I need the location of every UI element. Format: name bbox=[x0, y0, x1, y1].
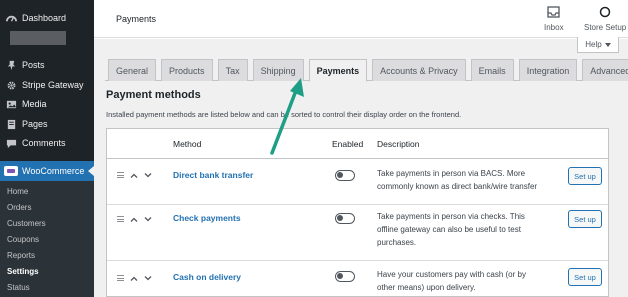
tab-advanced[interactable]: Advanced bbox=[582, 59, 628, 81]
menu-item-label: Media bbox=[22, 99, 47, 109]
woocommerce-logo-icon bbox=[4, 166, 18, 176]
row-controls bbox=[117, 170, 152, 180]
dashboard-icon bbox=[2, 13, 20, 24]
tab-products[interactable]: Products bbox=[161, 59, 213, 81]
inbox-icon bbox=[547, 6, 560, 20]
store-setup-button[interactable]: Store Setup bbox=[584, 6, 626, 32]
menu-item-label: Pages bbox=[22, 119, 48, 129]
description-line: Take payments in person via checks. This bbox=[377, 212, 525, 221]
enabled-toggle[interactable] bbox=[335, 271, 355, 282]
enabled-toggle[interactable] bbox=[335, 170, 355, 181]
blurred-user-block bbox=[10, 31, 66, 45]
woocommerce-submenu: Home Orders Customers Coupons Reports Se… bbox=[0, 181, 94, 297]
description-line: other means) upon delivery. bbox=[377, 283, 476, 292]
row-divider bbox=[107, 260, 608, 261]
description-line: Have your customers pay with cash (or by bbox=[377, 270, 526, 279]
column-header-description: Description bbox=[377, 139, 420, 149]
menu-item-comments[interactable]: Comments bbox=[0, 133, 94, 153]
menu-item-media[interactable]: Media bbox=[0, 94, 94, 114]
gear-icon bbox=[2, 80, 20, 91]
menu-item-label: Stripe Gateway bbox=[22, 80, 84, 90]
menu-item-dashboard[interactable]: Dashboard bbox=[0, 8, 94, 28]
submenu-item-customers[interactable]: Customers bbox=[7, 219, 46, 228]
toggle-knob bbox=[337, 172, 343, 178]
tab-tax[interactable]: Tax bbox=[217, 59, 248, 81]
menu-item-pages[interactable]: Pages bbox=[0, 114, 94, 134]
set-up-button[interactable]: Set up bbox=[568, 167, 602, 185]
enabled-toggle[interactable] bbox=[335, 213, 355, 224]
submenu-item-status[interactable]: Status bbox=[7, 283, 30, 292]
description-line: commonly known as direct bank/wire trans… bbox=[377, 182, 538, 191]
annotation-arrow-icon bbox=[270, 78, 304, 155]
top-header: Payments Inbox Store Setup bbox=[94, 0, 628, 38]
row-divider bbox=[107, 204, 608, 205]
method-description: Have your customers pay with cash (or by… bbox=[377, 268, 557, 294]
payment-methods-table: Method Enabled Description Direct bank t… bbox=[106, 128, 609, 297]
inbox-button[interactable]: Inbox bbox=[544, 6, 564, 32]
submenu-item-home[interactable]: Home bbox=[7, 187, 28, 196]
drag-handle-icon[interactable] bbox=[117, 172, 124, 178]
method-link[interactable]: Cash on delivery bbox=[173, 272, 241, 282]
chevron-up-icon[interactable] bbox=[130, 273, 138, 283]
woocommerce-label: WooCommerce bbox=[22, 166, 85, 176]
menu-item-label: Dashboard bbox=[22, 13, 67, 23]
set-up-button[interactable]: Set up bbox=[568, 268, 602, 286]
media-icon bbox=[2, 99, 20, 110]
description-line: offline gateway can also be useful to te… bbox=[377, 225, 521, 234]
page-title: Payments bbox=[116, 14, 157, 24]
store-setup-label: Store Setup bbox=[584, 23, 627, 32]
chevron-down-icon[interactable] bbox=[144, 214, 152, 224]
drag-handle-icon[interactable] bbox=[117, 216, 124, 222]
chevron-down-icon[interactable] bbox=[144, 273, 152, 283]
caret-down-icon bbox=[604, 40, 611, 49]
row-controls bbox=[117, 214, 152, 224]
column-header-method: Method bbox=[173, 139, 202, 149]
comment-icon bbox=[2, 138, 20, 149]
description-line: Take payments in person via BACS. More bbox=[377, 169, 526, 178]
tab-accounts-privacy[interactable]: Accounts & Privacy bbox=[372, 59, 466, 81]
tab-integration[interactable]: Integration bbox=[518, 59, 578, 81]
menu-item-posts[interactable]: Posts bbox=[0, 55, 94, 75]
toggle-knob bbox=[337, 273, 343, 279]
progress-circle-icon bbox=[599, 6, 611, 20]
submenu-item-orders[interactable]: Orders bbox=[7, 203, 31, 212]
help-label: Help bbox=[585, 40, 602, 49]
method-description: Take payments in person via checks. This… bbox=[377, 210, 557, 249]
row-controls bbox=[117, 273, 152, 283]
drag-handle-icon[interactable] bbox=[117, 275, 124, 281]
chevron-up-icon[interactable] bbox=[130, 214, 138, 224]
set-up-button[interactable]: Set up bbox=[568, 210, 602, 228]
method-link[interactable]: Check payments bbox=[173, 213, 241, 223]
tab-emails[interactable]: Emails bbox=[470, 59, 514, 81]
section-title: Payment methods bbox=[106, 89, 201, 101]
submenu-item-reports[interactable]: Reports bbox=[7, 251, 35, 260]
description-line: purchases. bbox=[377, 238, 417, 247]
menu-item-label: Posts bbox=[22, 60, 45, 70]
header-divider bbox=[107, 158, 608, 159]
method-description: Take payments in person via BACS. More c… bbox=[377, 167, 557, 193]
menu-item-stripe-gateway[interactable]: Stripe Gateway bbox=[0, 75, 94, 95]
help-button[interactable]: Help bbox=[577, 37, 619, 53]
toggle-knob bbox=[337, 215, 343, 221]
settings-tabs: General Products Tax Shipping Payments A… bbox=[108, 59, 628, 82]
page-icon bbox=[2, 119, 20, 130]
tab-payments[interactable]: Payments bbox=[308, 59, 368, 82]
column-header-enabled: Enabled bbox=[332, 139, 364, 149]
submenu-item-coupons[interactable]: Coupons bbox=[7, 235, 39, 244]
submenu-item-settings[interactable]: Settings bbox=[7, 267, 39, 276]
menu-item-label: Comments bbox=[22, 138, 66, 148]
chevron-down-icon[interactable] bbox=[144, 170, 152, 180]
menu-item-woocommerce[interactable]: WooCommerce bbox=[0, 161, 94, 181]
tab-general[interactable]: General bbox=[108, 59, 157, 81]
method-link[interactable]: Direct bank transfer bbox=[173, 170, 253, 180]
chevron-up-icon[interactable] bbox=[130, 170, 138, 180]
inbox-label: Inbox bbox=[544, 23, 564, 32]
pin-icon bbox=[2, 60, 20, 71]
admin-sidebar: Dashboard Posts Stripe Gateway Media Pag… bbox=[0, 0, 94, 297]
